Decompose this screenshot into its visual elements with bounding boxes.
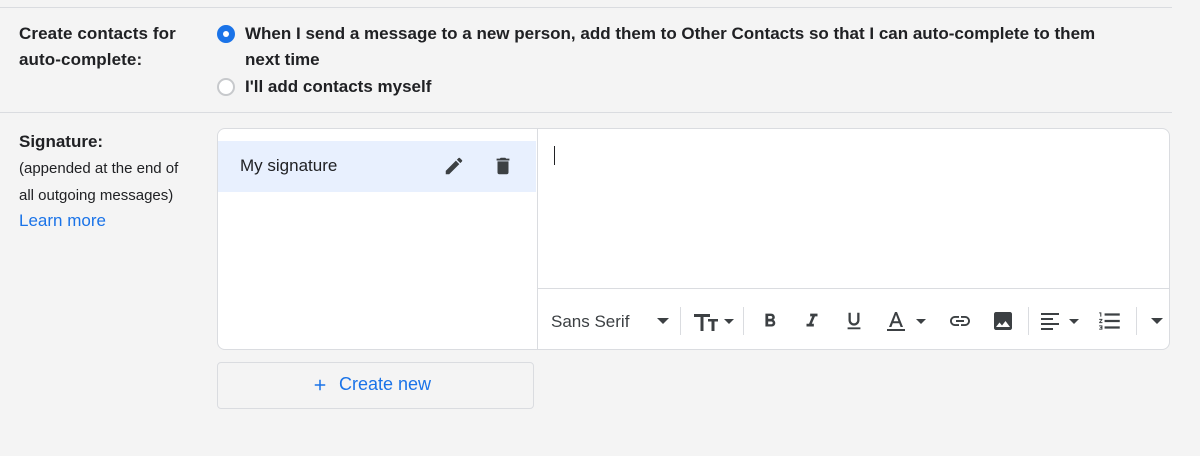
font-size-icon[interactable] <box>691 309 735 333</box>
learn-more-link[interactable]: Learn more <box>19 208 106 234</box>
link-icon[interactable] <box>945 309 975 333</box>
signature-editor[interactable]: Sans Serif <box>538 129 1169 349</box>
section-divider <box>0 112 1172 113</box>
plus-icon <box>311 376 329 394</box>
align-icon[interactable] <box>1038 309 1084 333</box>
signature-help-text: (appended at the end of all outgoing mes… <box>19 155 204 209</box>
text-caret <box>554 146 555 165</box>
toolbar-separator <box>743 307 744 335</box>
autocomplete-label-line2: auto-complete: <box>19 50 143 69</box>
toolbar-separator <box>1028 307 1029 335</box>
italic-icon[interactable] <box>799 309 825 333</box>
option-auto-add-contacts[interactable]: When I send a message to a new person, a… <box>245 21 1095 73</box>
option-add-contacts-myself[interactable]: I'll add contacts myself <box>245 74 431 100</box>
font-family-select[interactable]: Sans Serif <box>551 311 629 333</box>
pencil-icon[interactable] <box>442 154 466 178</box>
signature-panel: My signature Sans Serif <box>217 128 1170 350</box>
create-new-button[interactable]: Create new <box>217 362 534 409</box>
trash-icon[interactable] <box>491 154 515 178</box>
autocomplete-label-line1: Create contacts for <box>19 24 176 43</box>
option-auto-line1: When I send a message to a new person, a… <box>245 24 1096 43</box>
image-icon[interactable] <box>989 309 1017 333</box>
underline-icon[interactable] <box>841 309 867 333</box>
radio-auto-add-contacts[interactable] <box>217 25 235 43</box>
signature-name: My signature <box>240 156 338 175</box>
formatting-toolbar: Sans Serif <box>538 288 1169 349</box>
autocomplete-label: Create contacts for auto-complete: <box>19 21 176 73</box>
signature-list: My signature <box>218 129 538 349</box>
signature-list-item[interactable]: My signature <box>218 141 536 192</box>
signature-help-line2: all outgoing messages) <box>19 187 174 204</box>
option-auto-line2: next time <box>245 50 320 69</box>
radio-add-contacts-myself[interactable] <box>217 78 235 96</box>
bold-icon[interactable] <box>757 309 783 333</box>
font-dropdown-icon[interactable] <box>656 309 670 333</box>
toolbar-separator <box>680 307 681 335</box>
create-new-label: Create new <box>339 374 432 394</box>
create-new-content: Create new <box>311 374 431 395</box>
more-formatting-icon[interactable] <box>1146 309 1168 333</box>
toolbar-separator <box>1136 307 1137 335</box>
signature-label: Signature: <box>19 132 104 151</box>
top-divider <box>0 7 1172 8</box>
text-color-icon[interactable] <box>883 309 929 333</box>
signature-help-line1: (appended at the end of <box>19 160 179 177</box>
numbered-list-icon[interactable] <box>1095 309 1125 333</box>
